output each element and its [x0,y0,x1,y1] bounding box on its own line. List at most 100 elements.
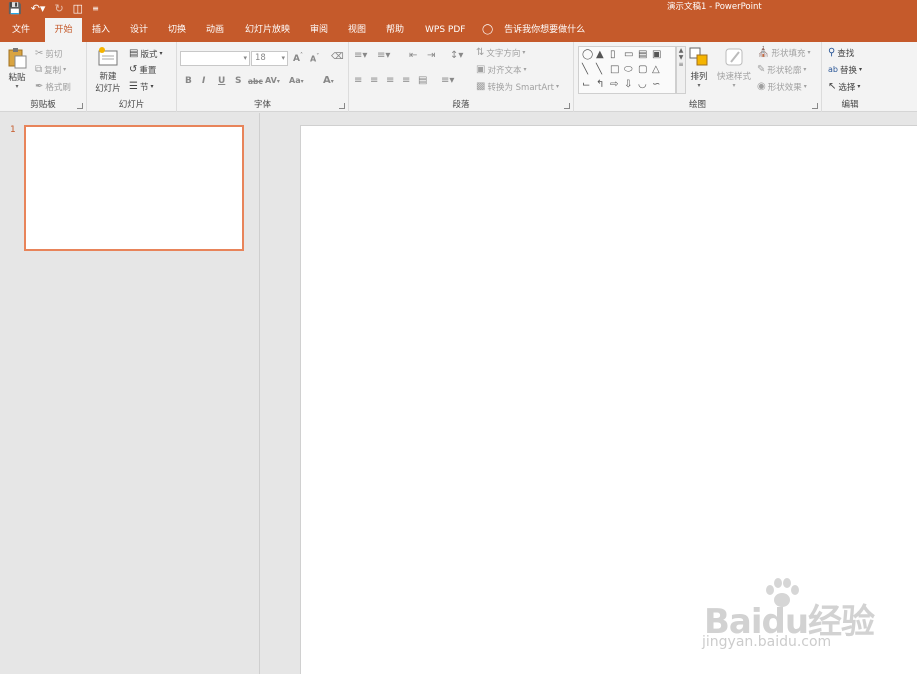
arrow-line-shape-icon[interactable]: ╲ [596,65,602,75]
tab-animations[interactable]: 动画 [202,18,228,42]
section-button[interactable]: ☰ 节 ▾ [129,79,154,94]
effects-icon: ◉ [757,80,766,92]
tab-slideshow[interactable]: 幻灯片放映 [241,18,294,42]
textbox-shape-icon[interactable]: ▤ [638,50,647,60]
arrange-button[interactable]: 排列 ▾ [686,46,712,89]
line-spacing-icon[interactable]: ↕▾ [450,50,463,61]
tab-help[interactable]: 帮助 [382,18,408,42]
section-icon: ☰ [129,80,138,92]
line-shape-icon[interactable]: ╲ [582,65,588,75]
trapezoid-shape-icon[interactable]: ▲ [596,50,604,60]
tab-wps-pdf[interactable]: WPS PDF [421,18,469,42]
justify-icon[interactable]: ≡ [402,75,410,86]
clipboard-launcher-icon[interactable] [77,103,83,109]
tab-design[interactable]: 设计 [126,18,152,42]
shape-effects-button[interactable]: ◉ 形状效果 ▾ [757,79,807,94]
font-name-combo[interactable]: ▾ [180,51,250,66]
baidu-watermark: Baidu经验 jingyan.baidu.com [700,576,880,656]
editing-group-label: 编辑 [841,100,859,110]
customize-qat-icon[interactable]: ≡ [92,0,99,18]
tab-transitions[interactable]: 切换 [164,18,190,42]
down-arrow-shape-icon[interactable]: ⇩ [624,80,632,90]
oval-shape-icon[interactable]: ⬭ [624,65,633,75]
curved-connector-shape-icon[interactable]: ↰ [596,80,604,90]
increase-indent-icon[interactable]: ⇥ [427,50,435,61]
font-group: ▾ 18 ▾ A˄ A˅ ⌫ B I U S abc AV▾ Aa▾ A▾ 字体 [177,42,349,112]
curve-shape-icon[interactable]: ∽ [652,80,660,90]
can-shape-icon[interactable]: ▭ [624,50,633,60]
elbow-connector-shape-icon[interactable]: ⌙ [582,80,590,90]
format-painter-button[interactable]: ✒ 格式刷 [35,79,71,94]
character-spacing-button[interactable]: AV▾ [265,76,280,85]
font-size-combo[interactable]: 18 ▾ [251,51,288,66]
numbering-icon[interactable]: ≡▾ [377,50,390,61]
shape-outline-button[interactable]: ✎ 形状轮廓 ▾ [757,62,806,77]
convert-smartart-button[interactable]: ▩ 转换为 SmartArt ▾ [476,79,559,94]
clipboard-group: 粘贴 ▾ ✂ 剪切 ⧉ 复制 ▾ ✒ 格式刷 剪贴板 [0,42,87,112]
new-slide-button[interactable]: 新建 幻灯片 [90,46,126,94]
tab-review[interactable]: 审阅 [306,18,332,42]
reset-button[interactable]: ↺ 重置 [129,62,156,77]
rectangle-shape-icon[interactable]: ◯ [582,50,593,60]
more-icon[interactable]: ≡ [677,61,685,68]
undo-icon[interactable]: ↶▾ [31,0,46,18]
tab-home[interactable]: 开始 [45,18,82,42]
clear-formatting-icon[interactable]: ⌫ [331,52,344,62]
clipboard-group-label: 剪贴板 [30,100,56,110]
select-button[interactable]: ↖ 选择 ▾ [828,79,860,94]
italic-button[interactable]: I [202,76,205,86]
decrease-indent-icon[interactable]: ⇤ [409,50,417,61]
drawing-group: ◯ ▲ ▯ ▭ ▤ ▣ ╲ ╲ □ ⬭ ▢ △ ⌙ ↰ ⇨ ⇩ ◡ ∽ ▲ ▼ … [574,42,822,112]
copy-button[interactable]: ⧉ 复制 ▾ [35,62,66,77]
align-text-button[interactable]: ▣ 对齐文本 ▾ [476,62,526,77]
right-arrow-shape-icon[interactable]: ⇨ [610,80,618,90]
font-color-button[interactable]: A▾ [323,75,334,86]
cylinder-shape-icon[interactable]: ▯ [610,50,616,60]
chevron-up-icon[interactable]: ▲ [677,47,685,54]
quick-styles-button[interactable]: 快速样式 ▾ [714,46,754,89]
vertical-textbox-shape-icon[interactable]: ▣ [652,50,661,60]
text-direction-button[interactable]: ⇅ 文字方向 ▾ [476,45,525,60]
shrink-font-button[interactable]: A˅ [310,53,319,64]
tab-file[interactable]: 文件 [8,18,34,42]
bullets-icon[interactable]: ≡▾ [354,50,367,61]
paragraph-launcher-icon[interactable] [564,103,570,109]
bold-button[interactable]: B [185,76,192,86]
rounded-rect-shape-icon[interactable]: ▢ [638,65,647,75]
shapes-gallery-scroll[interactable]: ▲ ▼ ≡ [676,46,686,94]
align-right-icon[interactable]: ≡ [386,75,394,86]
quick-styles-label: 快速样式 [716,72,751,82]
cut-button[interactable]: ✂ 剪切 [35,46,62,61]
distributed-icon[interactable]: ▤ [418,75,427,86]
tell-me-box[interactable]: ◯ 告诉我你想要做什么 [482,18,585,42]
replace-button[interactable]: ab 替换 ▾ [828,62,862,77]
start-slideshow-icon[interactable]: ◫ [73,0,83,18]
slide-thumbnail[interactable] [24,125,244,251]
grow-font-button[interactable]: A˄ [293,52,303,64]
align-center-icon[interactable]: ≡ [370,75,378,86]
shape-fill-button[interactable]: ⛪ 形状填充 ▾ [757,45,810,60]
font-launcher-icon[interactable] [339,103,345,109]
ribbon-tab-bar: 文件 开始 插入 设计 切换 动画 幻灯片放映 审阅 视图 帮助 WPS PDF… [0,18,917,42]
rect-shape-icon[interactable]: □ [610,65,619,75]
underline-button[interactable]: U [218,76,225,86]
shadow-button[interactable]: S [235,76,241,86]
align-left-icon[interactable]: ≡ [354,75,362,86]
callout-shape-icon[interactable]: ◡ [638,80,647,90]
change-case-button[interactable]: Aa▾ [289,76,304,85]
columns-icon[interactable]: ≡▾ [441,75,454,86]
shapes-gallery[interactable]: ◯ ▲ ▯ ▭ ▤ ▣ ╲ ╲ □ ⬭ ▢ △ ⌙ ↰ ⇨ ⇩ ◡ ∽ [578,46,676,94]
tab-insert[interactable]: 插入 [88,18,114,42]
slide-thumbnails-panel[interactable]: 1 [0,113,260,674]
paste-button[interactable]: 粘贴 ▾ [4,47,30,90]
chevron-down-icon[interactable]: ▼ [677,54,685,61]
save-icon[interactable]: 💾 [8,0,22,18]
tab-view[interactable]: 视图 [344,18,370,42]
find-button[interactable]: ⚲ 查找 [828,45,854,60]
slides-group: 新建 幻灯片 ▤ 版式 ▾ ↺ 重置 ☰ 节 ▾ 幻灯片 [87,42,177,112]
strikethrough-button[interactable]: abc [248,77,263,86]
drawing-launcher-icon[interactable] [812,103,818,109]
triangle-shape-icon[interactable]: △ [652,65,660,75]
layout-button[interactable]: ▤ 版式 ▾ [129,46,162,61]
redo-icon[interactable]: ↻ [54,0,63,18]
